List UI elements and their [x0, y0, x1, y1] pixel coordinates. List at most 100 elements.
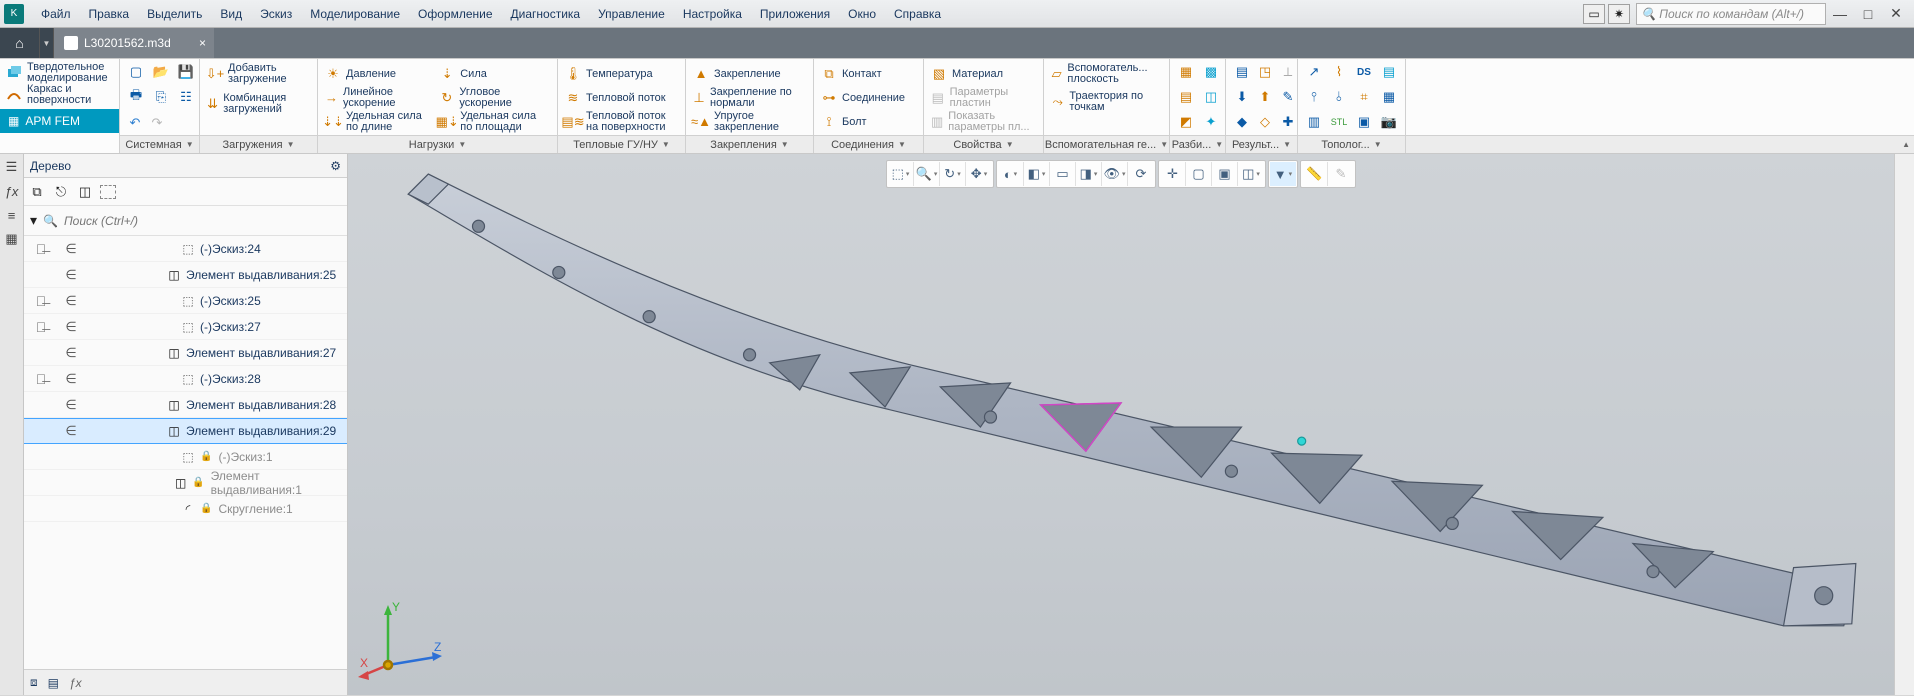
settings-button[interactable]: ✷ [1608, 4, 1630, 24]
menu-Управление[interactable]: Управление [589, 0, 674, 28]
mesh-6-icon[interactable]: ✦ [1201, 112, 1221, 132]
strip-list-icon[interactable]: ≡ [3, 206, 21, 224]
tree-footer-2-icon[interactable]: ▤ [48, 676, 59, 690]
cmd-aux-plane[interactable]: ▱Вспомогатель... плоскость [1050, 62, 1163, 85]
cmd-ang-accel[interactable]: ↻Угловое ускорение [438, 86, 551, 109]
mesh-3-icon[interactable]: ▤ [1176, 87, 1196, 107]
save-icon[interactable]: 💾 [176, 62, 196, 82]
new-icon[interactable]: ▢ [126, 62, 146, 82]
topo-12-icon[interactable]: 📷 [1379, 112, 1399, 132]
res-4-icon[interactable]: ⬇ [1232, 87, 1252, 107]
menu-Оформление[interactable]: Оформление [409, 0, 501, 28]
topo-ds-icon[interactable]: DS [1354, 62, 1374, 82]
tree-row[interactable]: ∈◫Элемент выдавливания:28 [24, 392, 347, 418]
cmd-fix[interactable]: ▲Закрепление [692, 62, 807, 85]
cmd-flux-surf[interactable]: ▤≋Тепловой поток на поверхности [564, 110, 679, 133]
include-toggle[interactable]: ∈ [58, 241, 84, 257]
cmd-dist-area[interactable]: ▦⇣Удельная сила по площади [438, 110, 551, 133]
cmd-bolt[interactable]: ⟟Болт [820, 110, 917, 133]
filter-icon[interactable]: ▾ [30, 212, 37, 229]
include-toggle[interactable]: ∈ [58, 267, 84, 283]
tree-footer-fx-icon[interactable]: ƒx [69, 676, 82, 690]
tree-row[interactable]: 👁̶∈⬚(-)Эскиз:25 [24, 288, 347, 314]
topo-stl-icon[interactable]: STL [1329, 112, 1349, 132]
tree-tool-2-icon[interactable]: ⎋ [52, 183, 70, 201]
topo-7-icon[interactable]: ⌗ [1354, 87, 1374, 107]
tree-row[interactable]: ∈◫Элемент выдавливания:27 [24, 340, 347, 366]
undo-icon[interactable]: ↶ [126, 114, 144, 132]
cmd-contact[interactable]: ⧉Контакт [820, 62, 917, 85]
redo-icon[interactable]: ↷ [148, 114, 166, 132]
topo-1-icon[interactable]: ↗ [1304, 62, 1324, 82]
tree-row[interactable]: ◜🔒Скругление:1 [24, 496, 347, 522]
cmd-elastic[interactable]: ≈▲Упругое закрепление [692, 110, 807, 133]
visibility-toggle[interactable]: 👁̶ [28, 371, 54, 387]
cmd-flux[interactable]: ≋Тепловой поток [564, 86, 679, 109]
viewport-3d[interactable]: ⬚ 🔍 ↻ ✥ ◐ ◧ ▭ ◨ 👁 ⟳ ✛ ▢ ▣ ◫ ▼ [348, 154, 1894, 695]
tree-row[interactable]: ⬚🔒(-)Эскиз:1 [24, 444, 347, 470]
res-2-icon[interactable]: ◳ [1255, 62, 1275, 82]
cmd-dist-len[interactable]: ⇣⇣Удельная сила по длине [324, 110, 426, 133]
res-9-icon[interactable]: ✚ [1278, 112, 1298, 132]
menu-Файл[interactable]: Файл [32, 0, 80, 28]
print-icon[interactable]: 🖶 [126, 87, 146, 107]
menu-Настройка[interactable]: Настройка [674, 0, 751, 28]
topo-9-icon[interactable]: ▥ [1304, 112, 1324, 132]
strip-fx-icon[interactable]: ƒx [3, 182, 21, 200]
cmd-joint[interactable]: ⊶Соединение [820, 86, 917, 109]
res-3-icon[interactable]: ⟂ [1278, 62, 1298, 82]
layout-button[interactable]: ▭ [1583, 4, 1605, 24]
cmd-material[interactable]: ▧Материал [930, 62, 1037, 85]
document-tab[interactable]: L30201562.m3d × [54, 28, 214, 58]
tree-row[interactable]: ∈◫Элемент выдавливания:25 [24, 262, 347, 288]
window-close[interactable]: ✕ [1882, 5, 1910, 22]
mode-wire[interactable]: Каркас и поверхности [6, 85, 113, 105]
mesh-2-icon[interactable]: ▩ [1201, 62, 1221, 82]
menu-Эскиз[interactable]: Эскиз [251, 0, 301, 28]
tree-row[interactable]: ∈◫Элемент выдавливания:29 [24, 418, 347, 444]
res-1-icon[interactable]: ▤ [1232, 62, 1252, 82]
menu-Приложения[interactable]: Приложения [751, 0, 839, 28]
tree-search-input[interactable] [64, 214, 341, 228]
tree-tool-4-icon[interactable] [100, 185, 116, 199]
cmd-fix-normal[interactable]: ⊥Закрепление по нормали [692, 86, 807, 109]
topo-5-icon[interactable]: ⫯ [1304, 87, 1324, 107]
menu-Диагностика[interactable]: Диагностика [502, 0, 590, 28]
cmd-lin-accel[interactable]: →Линейное ускорение [324, 86, 426, 109]
home-button[interactable]: ⌂ [0, 28, 40, 58]
cmd-add-loadcase[interactable]: ⇩+ Добавить загружение [206, 62, 311, 85]
include-toggle[interactable]: ∈ [58, 345, 84, 361]
strip-tree-icon[interactable]: ☰ [3, 158, 21, 176]
include-toggle[interactable]: ∈ [58, 293, 84, 309]
tree-settings-icon[interactable]: ⚙ [330, 159, 341, 173]
include-toggle[interactable]: ∈ [58, 423, 84, 439]
mesh-1-icon[interactable]: ▦ [1176, 62, 1196, 82]
res-6-icon[interactable]: ✎ [1278, 87, 1298, 107]
res-7-icon[interactable]: ◆ [1232, 112, 1252, 132]
visibility-toggle[interactable]: 👁̶ [28, 241, 54, 257]
cmd-force[interactable]: ⇣Сила [438, 62, 551, 85]
topo-2-icon[interactable]: ⌇ [1329, 62, 1349, 82]
copy-icon[interactable]: ⎘ [151, 87, 171, 107]
strip-var-icon[interactable]: ▦ [3, 230, 21, 248]
window-minimize[interactable]: — [1826, 6, 1854, 22]
tree-row[interactable]: 👁̶∈⬚(-)Эскиз:24 [24, 236, 347, 262]
props-icon[interactable]: ☷ [176, 87, 196, 107]
mode-apm[interactable]: ▦ APM FEM [0, 109, 119, 133]
tree-tool-1-icon[interactable]: ⧉ [28, 183, 46, 201]
tree-row[interactable]: 👁̶∈⬚(-)Эскиз:27 [24, 314, 347, 340]
include-toggle[interactable]: ∈ [58, 397, 84, 413]
mesh-4-icon[interactable]: ◫ [1201, 87, 1221, 107]
mode-solid[interactable]: Твердотельное моделирование [6, 63, 113, 83]
visibility-toggle[interactable]: 👁̶ [28, 293, 54, 309]
home-dropdown[interactable]: ▼ [40, 28, 54, 58]
cmd-combo-loadcase[interactable]: ⇊ Комбинация загружений [206, 92, 311, 115]
open-icon[interactable]: 📂 [151, 62, 171, 82]
include-toggle[interactable]: ∈ [58, 319, 84, 335]
menu-Окно[interactable]: Окно [839, 0, 885, 28]
command-search[interactable]: 🔍 Поиск по командам (Alt+/) [1636, 3, 1826, 25]
tab-close-icon[interactable]: × [199, 36, 206, 50]
topo-6-icon[interactable]: ⫰ [1329, 87, 1349, 107]
menu-Вид[interactable]: Вид [211, 0, 251, 28]
topo-11-icon[interactable]: ▣ [1354, 112, 1374, 132]
